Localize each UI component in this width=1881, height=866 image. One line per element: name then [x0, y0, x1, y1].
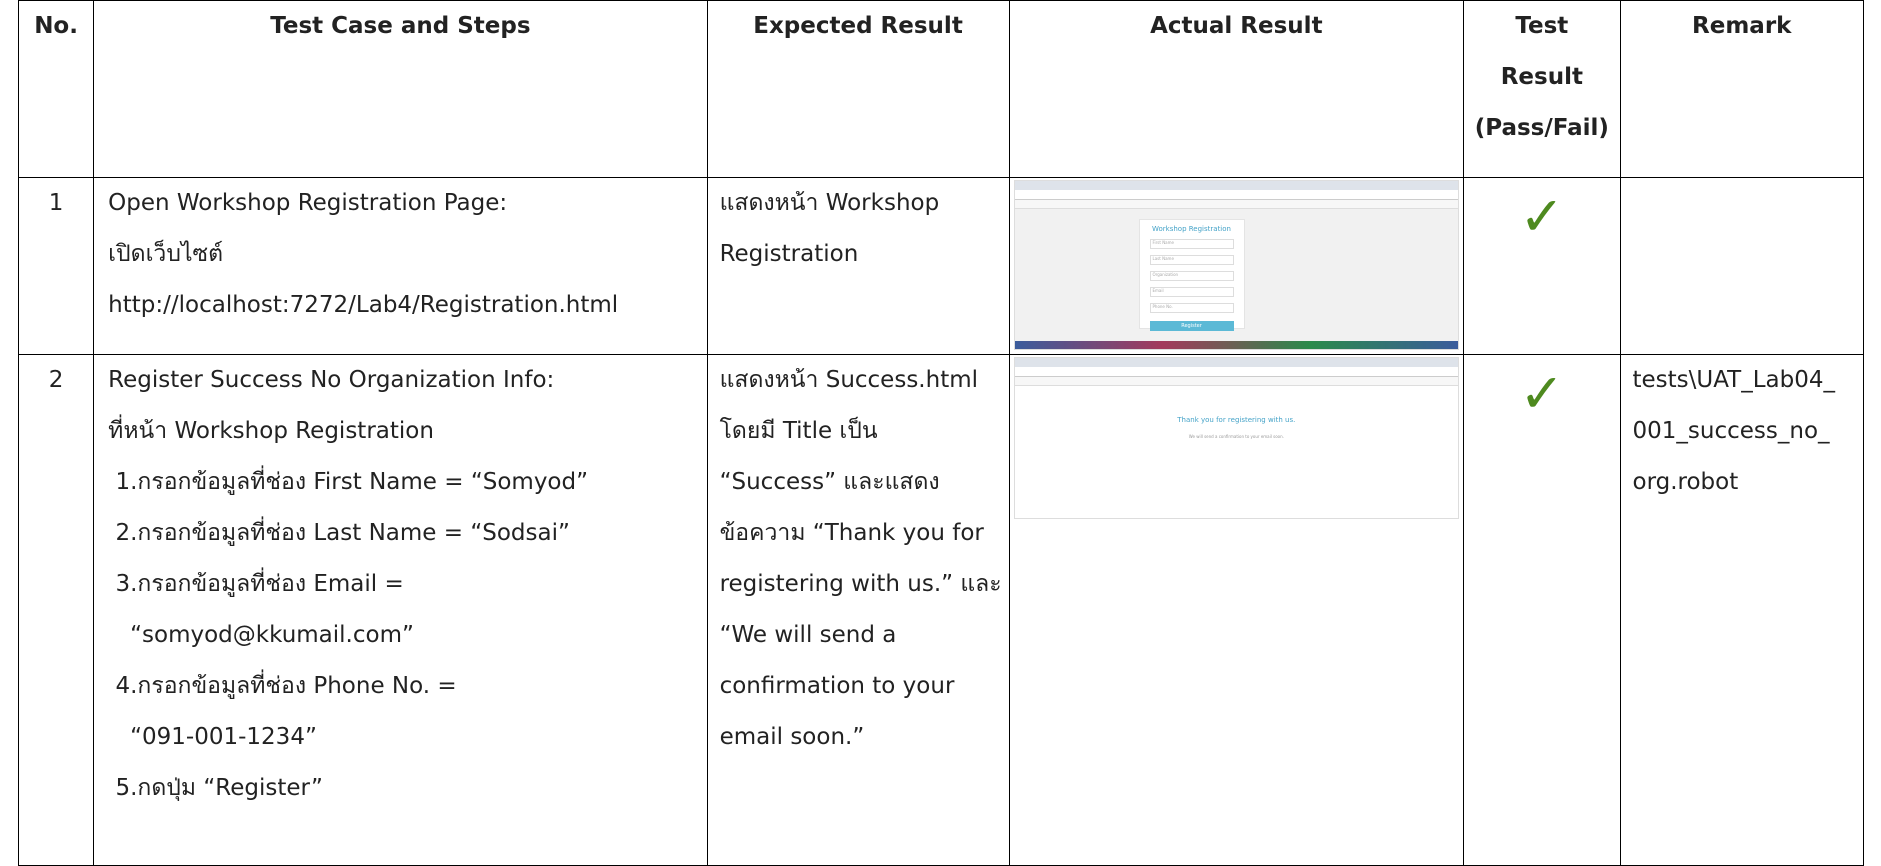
table-row: 1 Open Workshop Registration Page: เปิดเ… [17, 177, 1864, 355]
actual-cell: Thank you for registering with us. We wi… [1008, 354, 1465, 866]
steps-cell: Open Workshop Registration Page: เปิดเว็… [93, 177, 708, 355]
header-no: No. [17, 0, 95, 178]
table-row: 2 Register Success No Organization Info:… [17, 354, 1864, 866]
header-test-case: Test Case and Steps [93, 0, 708, 178]
registration-form-card: Workshop Registration First Name Last Na… [1138, 219, 1245, 331]
row-number-cell: 2 [17, 354, 95, 866]
header-actual: Actual Result [1008, 0, 1465, 178]
robot-file-path: tests\UAT_Lab04_ [1632, 367, 1836, 393]
registration-page-screenshot: Workshop Registration First Name Last Na… [1013, 180, 1460, 350]
remark-cell: tests\UAT_Lab04_ 001_success_no_ org.rob… [1619, 354, 1864, 866]
steps-cell: Register Success No Organization Info: ท… [93, 354, 708, 866]
check-mark-icon: ✓ [1519, 185, 1565, 248]
robot-file-path: 001_success_no_ [1632, 418, 1830, 444]
test-case-table: No. Test Case and Steps Expected Result … [17, 0, 1864, 866]
check-mark-icon: ✓ [1519, 362, 1565, 425]
expected-cell: แสดงหน้า Workshop Registration [706, 177, 1010, 355]
expected-cell: แสดงหน้า Success.html โดยมี Title เป็น “… [706, 354, 1010, 866]
robot-file-path: org.robot [1632, 469, 1739, 495]
header-expected: Expected Result [706, 0, 1010, 178]
result-cell: ✓ [1463, 177, 1621, 355]
actual-cell: Workshop Registration First Name Last Na… [1008, 177, 1465, 355]
header-test-result: Test Result (Pass/Fail) [1463, 0, 1621, 178]
row-number-cell: 1 [17, 177, 95, 355]
header-row: No. Test Case and Steps Expected Result … [17, 0, 1864, 178]
result-cell: ✓ [1463, 354, 1621, 866]
success-page-screenshot: Thank you for registering with us. We wi… [1013, 357, 1460, 519]
header-remark: Remark [1619, 0, 1864, 178]
remark-cell [1619, 177, 1864, 355]
